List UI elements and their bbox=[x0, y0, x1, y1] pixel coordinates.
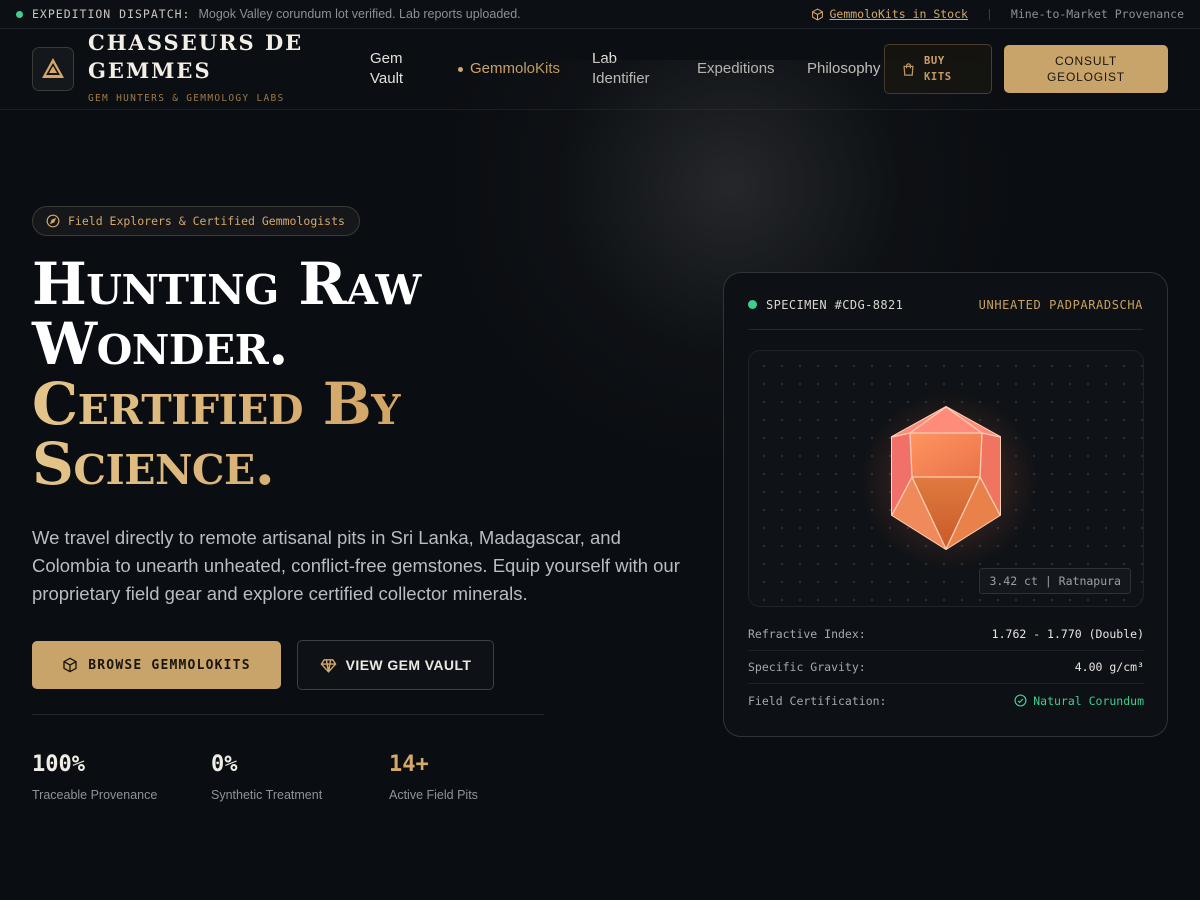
nav-gem-vault-line1: Gem bbox=[370, 50, 403, 67]
property-refractive-index: Refractive Index: 1.762 - 1.770 (Double) bbox=[748, 618, 1144, 651]
hero-title-line3: Certified By bbox=[32, 374, 692, 434]
stat-label: Synthetic Treatment bbox=[211, 788, 323, 802]
status-dot bbox=[16, 10, 23, 18]
shopping-bag-icon bbox=[903, 62, 914, 76]
hero-badge: Field Explorers & Certified Gemmologists bbox=[32, 206, 360, 236]
diamond-icon bbox=[320, 658, 337, 673]
nav-lab-identifier-line1: Lab bbox=[592, 50, 618, 67]
nav-gemmolokits-label: GemmoloKits bbox=[470, 60, 561, 77]
buy-kits-line2: KITS bbox=[924, 71, 952, 83]
hero-title: Hunting Raw Wonder. Certified By Science… bbox=[32, 254, 692, 494]
provenance-link[interactable]: Mine-to-Market Provenance bbox=[1011, 7, 1184, 21]
stat-synthetic: 0% Synthetic Treatment bbox=[211, 752, 322, 802]
property-specific-gravity: Specific Gravity: 4.00 g/cm³ bbox=[748, 651, 1144, 684]
nav-gemmolokits[interactable]: GemmoloKits bbox=[458, 59, 560, 79]
property-key: Specific Gravity: bbox=[748, 660, 866, 674]
hero-title-line4: Science. bbox=[32, 434, 692, 494]
gem-viewer[interactable]: 3.42 ct | Ratnapura bbox=[748, 350, 1144, 607]
kits-in-stock-label: GemmoloKits in Stock bbox=[829, 7, 968, 21]
hero-title-line2: Wonder. bbox=[32, 310, 288, 378]
logo[interactable] bbox=[32, 47, 74, 91]
hero-badge-label: Field Explorers & Certified Gemmologists bbox=[68, 214, 345, 228]
property-value: Natural Corundum bbox=[1033, 693, 1144, 708]
specimen-id: SPECIMEN #CDG-8821 bbox=[766, 298, 904, 312]
stat-field-pits: 14+ Active Field Pits bbox=[389, 752, 478, 802]
view-gem-vault-label: VIEW GEM VAULT bbox=[345, 657, 472, 673]
gem-triangle-icon bbox=[42, 58, 64, 78]
nav-gem-vault-line2: Vault bbox=[370, 70, 404, 87]
stat-value: 14+ bbox=[389, 752, 429, 777]
active-indicator-dot bbox=[458, 66, 463, 72]
property-value: 4.00 g/cm³ bbox=[1074, 660, 1144, 674]
carat-origin-tag: 3.42 ct | Ratnapura bbox=[979, 568, 1131, 594]
browse-gemmolokits-label: BROWSE GEMMOLOKITS bbox=[88, 657, 251, 673]
nav-expeditions[interactable]: Expeditions bbox=[697, 59, 775, 79]
consult-line1: CONSULT bbox=[1054, 54, 1118, 68]
property-key: Field Certification: bbox=[748, 693, 887, 708]
stat-label: Active Field Pits bbox=[389, 788, 478, 802]
brand-name[interactable]: CHASSEURS DE GEMMES bbox=[88, 29, 338, 85]
property-field-certification: Field Certification: Natural Corundum bbox=[748, 684, 1144, 717]
brand-line-2: GEMMES bbox=[88, 58, 212, 83]
buy-kits-line1: BUY bbox=[924, 55, 945, 67]
specimen-header: SPECIMEN #CDG-8821 UNHEATED PADPARADSCHA bbox=[748, 298, 1143, 330]
compass-icon bbox=[46, 214, 60, 228]
property-value: 1.762 - 1.770 (Double) bbox=[991, 627, 1144, 641]
consult-line2: GEOLOGIST bbox=[1047, 70, 1125, 84]
browse-gemmolokits-button[interactable]: BROWSE GEMMOLOKITS bbox=[32, 641, 281, 689]
stat-value: 100% bbox=[32, 752, 85, 777]
brand-tagline: GEM HUNTERS & GEMMOLOGY LABS bbox=[88, 93, 285, 104]
buy-kits-button[interactable]: BUY KITS bbox=[884, 44, 992, 94]
specimen-card: SPECIMEN #CDG-8821 UNHEATED PADPARADSCHA bbox=[723, 272, 1168, 737]
nav-philosophy[interactable]: Philosophy bbox=[807, 59, 880, 79]
gem-crystal-icon bbox=[891, 405, 1001, 551]
dispatch-label: EXPEDITION DISPATCH: bbox=[32, 7, 191, 21]
check-circle-icon bbox=[1014, 694, 1027, 707]
certification-value: Natural Corundum bbox=[1014, 694, 1144, 708]
hero-lead-paragraph: We travel directly to remote artisanal p… bbox=[32, 527, 680, 604]
kits-in-stock-link[interactable]: GemmoloKits in Stock bbox=[811, 7, 968, 21]
nav-lab-identifier[interactable]: Lab Identifier bbox=[592, 49, 650, 89]
view-gem-vault-button[interactable]: VIEW GEM VAULT bbox=[297, 640, 494, 690]
brand-line-1: CHASSEURS DE bbox=[88, 30, 304, 55]
box-icon bbox=[63, 657, 77, 673]
stat-provenance: 100% Traceable Provenance bbox=[32, 752, 157, 802]
dispatch-message: Mogok Valley corundum lot verified. Lab … bbox=[198, 7, 521, 21]
property-key: Refractive Index: bbox=[748, 627, 866, 641]
dispatch-separator: | bbox=[985, 7, 993, 21]
nav-gem-vault[interactable]: Gem Vault bbox=[370, 49, 403, 89]
site-header: CHASSEURS DE GEMMES GEM HUNTERS & GEMMOL… bbox=[0, 29, 1200, 110]
hero-title-line1: Hunting Raw bbox=[32, 250, 421, 318]
nav-lab-identifier-line2: Identifier bbox=[592, 70, 650, 87]
dispatch-bar: EXPEDITION DISPATCH: Mogok Valley corund… bbox=[0, 0, 1200, 29]
stat-value: 0% bbox=[211, 752, 238, 777]
specimen-type: UNHEATED PADPARADSCHA bbox=[978, 298, 1143, 312]
box-icon bbox=[812, 7, 824, 21]
stat-label: Traceable Provenance bbox=[32, 788, 158, 802]
hero-divider bbox=[32, 714, 544, 715]
status-dot bbox=[748, 300, 757, 309]
consult-geologist-button[interactable]: CONSULT GEOLOGIST bbox=[1004, 45, 1168, 93]
